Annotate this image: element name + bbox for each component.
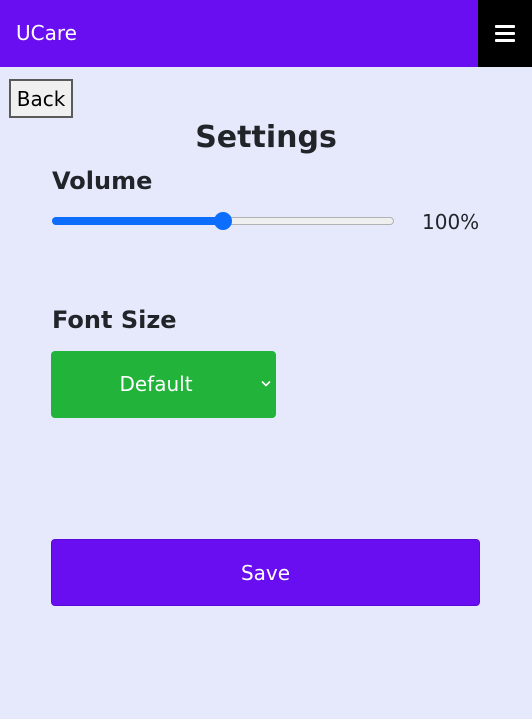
top-navbar: UCare bbox=[0, 0, 532, 67]
page-title: Settings bbox=[195, 120, 337, 155]
font-size-select[interactable]: Default bbox=[51, 351, 276, 418]
volume-value: 100% bbox=[422, 210, 480, 234]
font-size-selected-value: Default bbox=[119, 372, 193, 396]
save-button[interactable]: Save bbox=[51, 539, 480, 606]
hamburger-menu-icon bbox=[495, 25, 515, 42]
back-button[interactable]: Back bbox=[9, 79, 73, 118]
volume-slider-thumb[interactable] bbox=[214, 212, 232, 230]
volume-slider-fill bbox=[52, 217, 223, 225]
font-size-label: Font Size bbox=[52, 306, 177, 334]
volume-label: Volume bbox=[52, 167, 153, 195]
brand-name[interactable]: UCare bbox=[16, 0, 77, 67]
chevron-down-icon bbox=[261, 381, 271, 387]
menu-toggle-button[interactable] bbox=[478, 0, 532, 67]
volume-slider[interactable] bbox=[52, 212, 394, 230]
